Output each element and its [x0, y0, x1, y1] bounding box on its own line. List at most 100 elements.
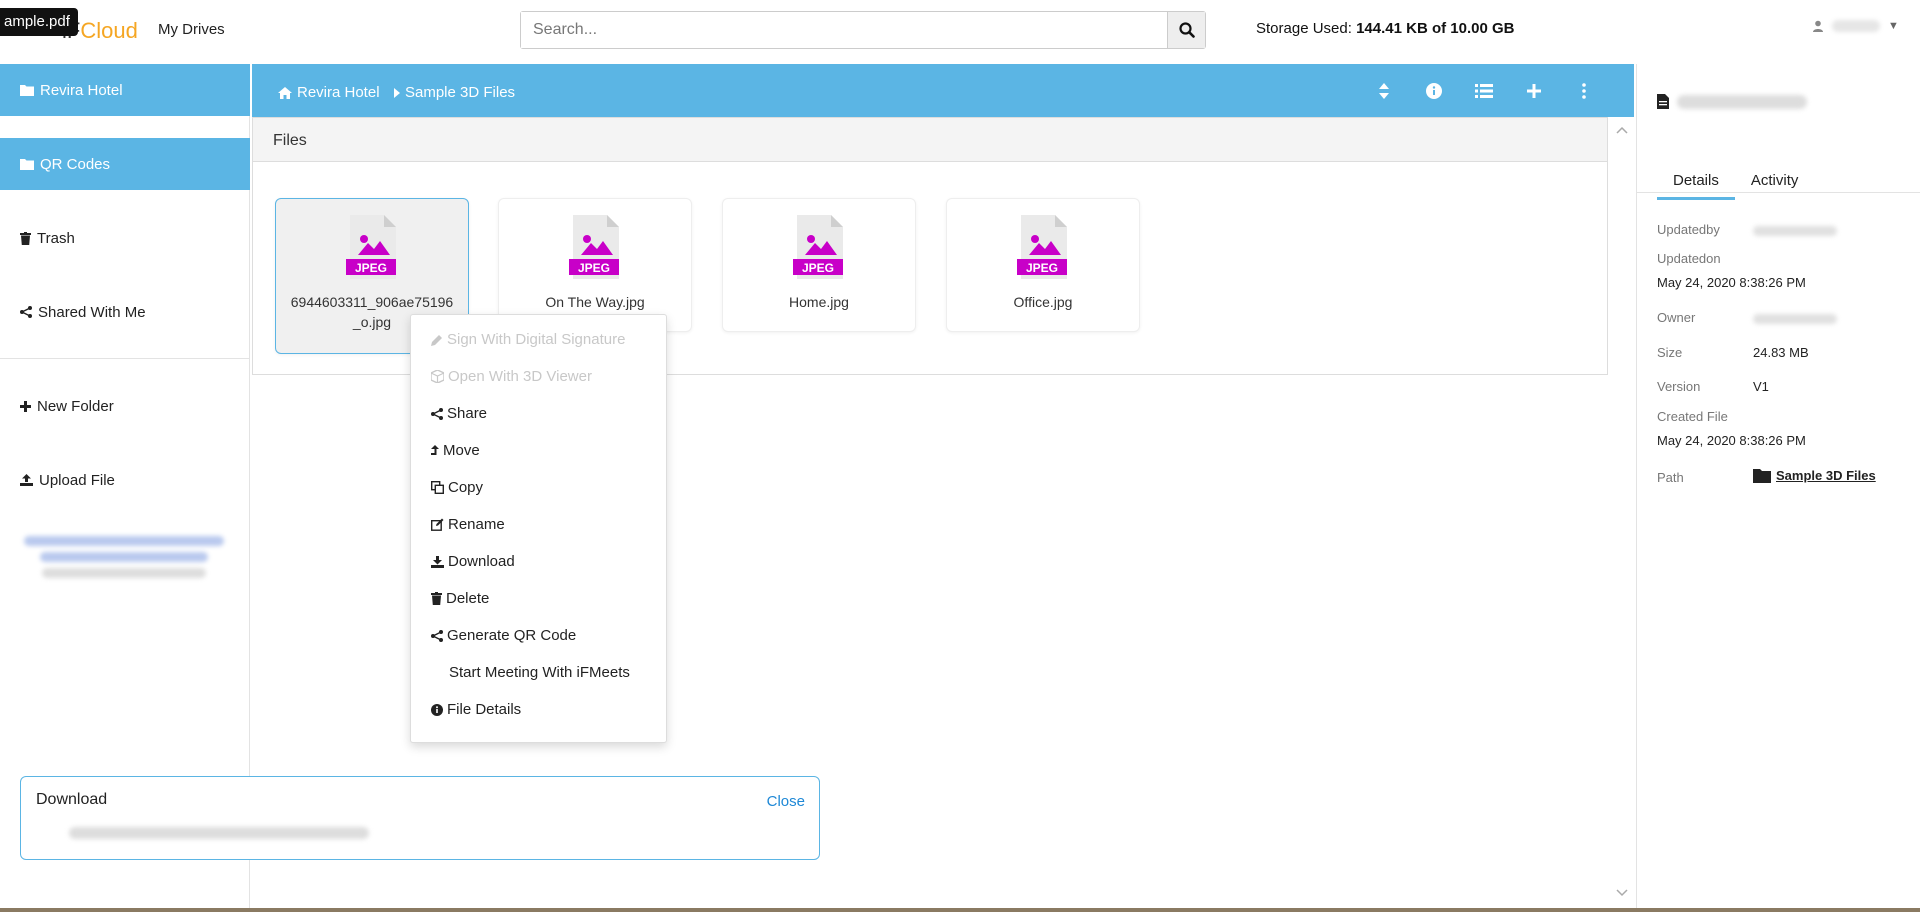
- storage-used: Storage Used: 144.41 KB of 10.00 GB: [1256, 20, 1515, 37]
- menu-item-rename[interactable]: Rename: [431, 516, 505, 533]
- list-view-icon[interactable]: [1474, 82, 1494, 100]
- sidebar-item-revira-hotel[interactable]: Revira Hotel: [0, 64, 250, 116]
- more-options-icon[interactable]: [1574, 82, 1594, 100]
- sidebar-item-qr-codes[interactable]: QR Codes: [0, 138, 250, 190]
- contact-info-blurred: [24, 530, 224, 584]
- svg-text:JPEG: JPEG: [1026, 261, 1058, 275]
- svg-text:JPEG: JPEG: [355, 261, 387, 275]
- created-file-label: Created File: [1657, 409, 1728, 424]
- details-title: [1657, 94, 1807, 109]
- toast-title: Download: [36, 791, 108, 808]
- breadcrumb-item-sample-3d-files[interactable]: Sample 3D Files: [394, 84, 515, 101]
- chevron-up-icon: [1616, 126, 1628, 134]
- size-label: Size: [1657, 345, 1683, 360]
- menu-item-delete[interactable]: Delete: [431, 590, 489, 607]
- chevron-down-icon: [1616, 889, 1628, 897]
- files-header: Files: [253, 118, 1607, 162]
- chevron-right-icon: [394, 87, 400, 98]
- path-label: Path: [1657, 470, 1684, 485]
- new-folder-button[interactable]: New Folder: [0, 380, 250, 432]
- trash-icon: [431, 592, 442, 605]
- updatedby-value-blurred: [1753, 226, 1837, 236]
- path-link[interactable]: Sample 3D Files: [1753, 468, 1876, 483]
- details-panel: Details Activity Updatedby Updatedon May…: [1636, 64, 1920, 912]
- jpeg-file-icon: JPEG: [569, 215, 619, 279]
- file-card[interactable]: JPEG Office.jpg: [946, 198, 1140, 332]
- sidebar-item-shared-with-me[interactable]: Shared With Me: [0, 286, 250, 338]
- taskbar-strip: [0, 908, 1920, 912]
- folder-icon: [20, 85, 34, 96]
- owner-label: Owner: [1657, 310, 1696, 325]
- search-input[interactable]: [521, 12, 1167, 48]
- chevron-down-icon: ▼: [1888, 20, 1899, 32]
- menu-item-download[interactable]: Download: [431, 553, 515, 570]
- svg-text:JPEG: JPEG: [578, 261, 610, 275]
- share-icon: [431, 407, 443, 420]
- search-button[interactable]: [1167, 12, 1205, 48]
- home-icon: [278, 86, 292, 99]
- main-scrollbar[interactable]: [1610, 117, 1634, 912]
- user-icon: [1813, 20, 1823, 32]
- trash-icon: [20, 231, 31, 245]
- toast-message-blurred: [69, 827, 369, 839]
- share-icon: [431, 629, 443, 642]
- pencil-icon: [431, 334, 442, 346]
- size-value: 24.83 MB: [1753, 345, 1809, 360]
- storage-value: 144.41 KB of 10.00 GB: [1356, 20, 1515, 37]
- owner-value-blurred: [1753, 314, 1837, 324]
- menu-item-sign-digital-signature[interactable]: Sign With Digital Signature: [431, 331, 625, 348]
- file-tooltip: ample.pdf: [0, 8, 78, 36]
- jpeg-file-icon: JPEG: [346, 215, 396, 279]
- folder-icon: [20, 159, 34, 170]
- breadcrumb-toolbar: [1374, 82, 1594, 100]
- search-icon: [1178, 22, 1195, 38]
- file-icon: [1657, 94, 1669, 109]
- menu-item-copy[interactable]: Copy: [431, 479, 483, 496]
- menu-item-share[interactable]: Share: [431, 405, 487, 422]
- version-label: Version: [1657, 379, 1701, 394]
- jpeg-file-icon: JPEG: [1017, 215, 1067, 279]
- menu-item-generate-qr-code[interactable]: Generate QR Code: [431, 627, 576, 644]
- user-name-blurred: [1832, 20, 1880, 32]
- breadcrumb-item-revira-hotel[interactable]: Revira Hotel: [278, 84, 380, 101]
- upload-file-button[interactable]: Upload File: [0, 454, 250, 506]
- menu-item-move[interactable]: Move: [431, 442, 480, 459]
- updatedon-label: Updatedon: [1657, 251, 1721, 266]
- download-icon: [431, 555, 444, 568]
- sidebar-divider: [0, 358, 250, 359]
- updatedby-label: Updatedby: [1657, 222, 1720, 237]
- copy-icon: [431, 481, 444, 494]
- search-box: [520, 11, 1206, 49]
- jpeg-file-icon: JPEG: [793, 215, 843, 279]
- move-icon: [431, 444, 439, 455]
- context-menu: Sign With Digital Signature Open With 3D…: [410, 314, 667, 743]
- my-drives-link[interactable]: My Drives: [158, 21, 225, 38]
- info-icon: [431, 703, 443, 716]
- tab-details[interactable]: Details: [1657, 164, 1735, 200]
- share-icon: [20, 306, 32, 318]
- menu-item-start-meeting[interactable]: Start Meeting With iFMeets: [449, 664, 630, 681]
- details-tabs: Details Activity: [1657, 164, 1814, 200]
- sidebar-item-trash[interactable]: Trash: [0, 212, 250, 264]
- tabs-divider: [1637, 192, 1920, 193]
- plus-icon: [20, 400, 31, 412]
- download-toast: Download Close: [20, 776, 820, 860]
- cube-icon: [431, 370, 444, 383]
- top-bar: iFCloud My Drives Storage Used: 144.41 K…: [0, 0, 1920, 64]
- folder-icon: [1753, 468, 1771, 483]
- upload-icon: [20, 474, 33, 486]
- menu-item-file-details[interactable]: File Details: [431, 701, 521, 718]
- toast-close-link[interactable]: Close: [767, 793, 805, 810]
- file-card[interactable]: JPEG On The Way.jpg: [498, 198, 692, 332]
- user-menu[interactable]: ▼: [1812, 20, 1899, 32]
- menu-item-open-3d-viewer[interactable]: Open With 3D Viewer: [431, 368, 592, 385]
- add-icon[interactable]: [1524, 82, 1544, 100]
- file-card[interactable]: JPEG Home.jpg: [722, 198, 916, 332]
- updatedon-value: May 24, 2020 8:38:26 PM: [1657, 275, 1806, 290]
- info-icon[interactable]: [1424, 82, 1444, 100]
- breadcrumb-bar: Revira Hotel Sample 3D Files: [252, 64, 1634, 117]
- created-file-value: May 24, 2020 8:38:26 PM: [1657, 433, 1806, 448]
- version-value: V1: [1753, 379, 1769, 394]
- sort-icon[interactable]: [1374, 82, 1394, 100]
- tab-activity[interactable]: Activity: [1735, 164, 1815, 200]
